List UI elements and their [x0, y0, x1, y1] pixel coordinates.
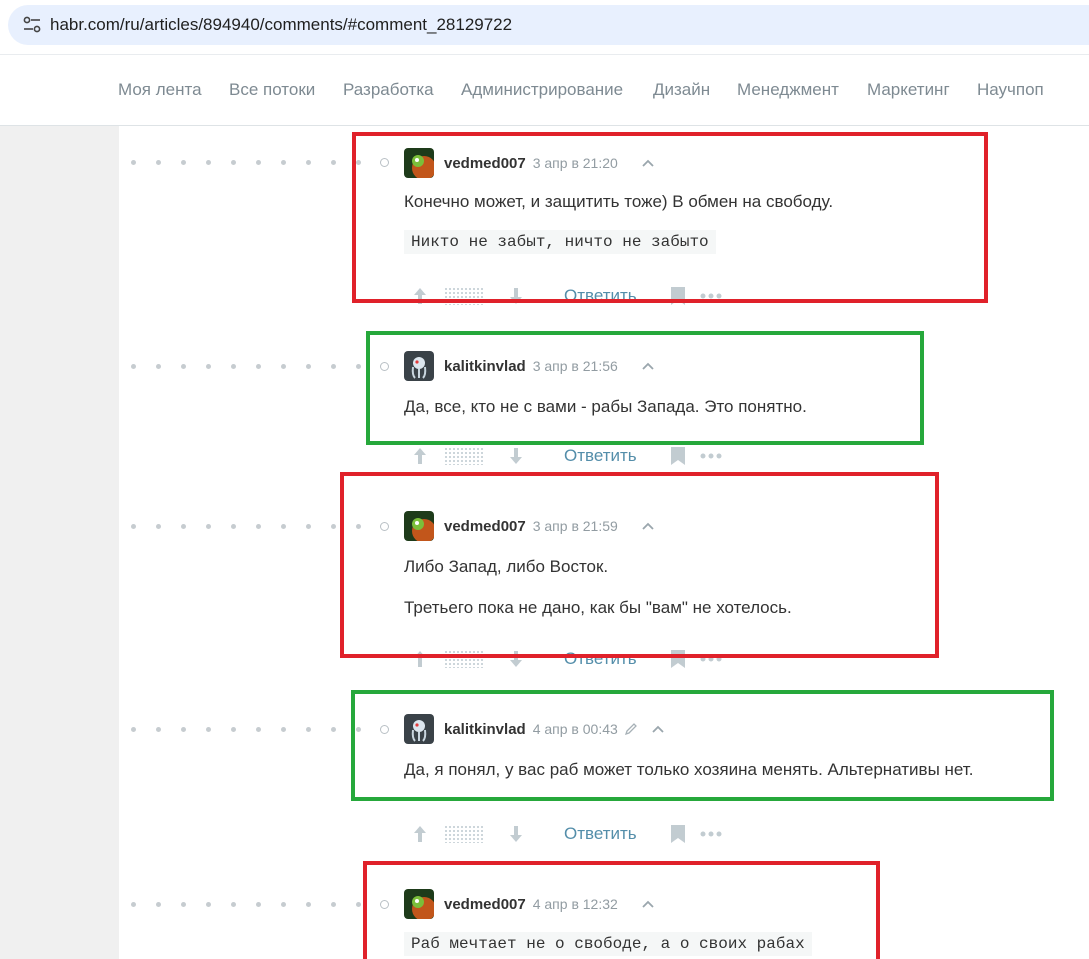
nav-item-marketing[interactable]: Маркетинг: [867, 80, 950, 100]
left-gutter: [0, 126, 119, 959]
thread-node[interactable]: [380, 725, 389, 734]
thread-indent: [131, 727, 381, 733]
nav-item-my-feed[interactable]: Моя лента: [118, 80, 202, 100]
edit-pencil-icon: [624, 723, 637, 736]
reply-button[interactable]: Ответить: [564, 824, 637, 844]
thread-node[interactable]: [380, 522, 389, 531]
comment-actions: Ответить: [412, 284, 722, 308]
comment-code-wrap: Никто не забыт, ничто не забыто: [404, 230, 833, 254]
thread-indent: [131, 160, 381, 166]
comment-code: Никто не забыт, ничто не забыто: [404, 230, 716, 254]
more-icon[interactable]: [700, 453, 722, 459]
comment-author[interactable]: vedmed007: [444, 155, 526, 172]
page: habr.com/ru/articles/894940/comments/#co…: [0, 0, 1089, 959]
comment-5: vedmed007 4 апр в 12:32 Раб мечтает не о…: [404, 889, 812, 956]
nav-item-administration[interactable]: Администрирование: [461, 80, 623, 100]
vote-up-icon[interactable]: [412, 286, 428, 306]
bookmark-icon[interactable]: [670, 446, 686, 466]
bookmark-icon[interactable]: [670, 649, 686, 669]
bookmark-icon[interactable]: [670, 286, 686, 306]
collapse-chevron-icon[interactable]: [640, 155, 656, 171]
comment-code-wrap: Раб мечтает не о свободе, а о своих раба…: [404, 932, 812, 956]
comment-text: Да, я понял, у вас раб может только хозя…: [404, 760, 974, 779]
comment-header: kalitkinvlad 3 апр в 21:56: [404, 351, 807, 381]
url-text[interactable]: habr.com/ru/articles/894940/comments/#co…: [50, 15, 512, 35]
bookmark-icon[interactable]: [670, 824, 686, 844]
thread-indent: [131, 524, 381, 530]
comment-actions: Ответить: [412, 822, 722, 846]
comment-4: kalitkinvlad 4 апр в 00:43 Да, я понял, …: [404, 714, 973, 782]
vote-score-hidden: [444, 825, 484, 843]
vote-down-icon[interactable]: [508, 446, 524, 466]
comment-time[interactable]: 3 апр в 21:56: [533, 358, 618, 374]
comment-author[interactable]: kalitkinvlad: [444, 358, 526, 375]
avatar[interactable]: [404, 714, 434, 744]
comment-time[interactable]: 4 апр в 12:32: [533, 896, 618, 912]
nav-item-popular-science[interactable]: Научпоп: [977, 80, 1044, 100]
vote-score-hidden: [444, 447, 484, 465]
collapse-chevron-icon[interactable]: [640, 896, 656, 912]
vote-up-icon[interactable]: [412, 446, 428, 466]
reply-button[interactable]: Ответить: [564, 286, 637, 306]
avatar[interactable]: [404, 511, 434, 541]
comment-text: Да, все, кто не с вами - рабы Запада. Эт…: [404, 397, 807, 416]
more-icon[interactable]: [700, 831, 722, 837]
collapse-chevron-icon[interactable]: [640, 358, 656, 374]
nav-item-design[interactable]: Дизайн: [653, 80, 710, 100]
comment-time[interactable]: 3 апр в 21:20: [533, 155, 618, 171]
more-icon[interactable]: [700, 293, 722, 299]
nav-item-management[interactable]: Менеджмент: [737, 80, 839, 100]
collapse-chevron-icon[interactable]: [640, 518, 656, 534]
vote-down-icon[interactable]: [508, 286, 524, 306]
comment-text: Конечно может, и защитить тоже) В обмен …: [404, 192, 834, 211]
comment-text: Третьего пока не дано, как бы "вам" не х…: [404, 598, 792, 617]
comment-text: Либо Запад, либо Восток.: [404, 557, 609, 576]
comment-time[interactable]: 4 апр в 00:43: [533, 721, 618, 737]
comment-author[interactable]: vedmed007: [444, 896, 526, 913]
vote-score-hidden: [444, 650, 484, 668]
comment-header: vedmed007 4 апр в 12:32: [404, 889, 812, 919]
comment-header: vedmed007 3 апр в 21:59: [404, 511, 792, 541]
comment-2: kalitkinvlad 3 апр в 21:56 Да, все, кто …: [404, 351, 807, 419]
vote-score-hidden: [444, 287, 484, 305]
site-settings-icon[interactable]: [22, 16, 42, 34]
avatar[interactable]: [404, 148, 434, 178]
avatar[interactable]: [404, 351, 434, 381]
comment-3: vedmed007 3 апр в 21:59 Либо Запад, либо…: [404, 511, 792, 620]
avatar[interactable]: [404, 889, 434, 919]
browser-toolbar: habr.com/ru/articles/894940/comments/#co…: [0, 0, 1089, 54]
thread-node[interactable]: [380, 158, 389, 167]
comment-time[interactable]: 3 апр в 21:59: [533, 518, 618, 534]
reply-button[interactable]: Ответить: [564, 649, 637, 669]
main-nav: Моя лента Все потоки Разработка Админист…: [0, 54, 1089, 126]
comment-1: vedmed007 3 апр в 21:20 Конечно может, и…: [404, 148, 833, 254]
nav-item-development[interactable]: Разработка: [343, 80, 434, 100]
vote-down-icon[interactable]: [508, 824, 524, 844]
comment-actions: Ответить: [412, 444, 722, 468]
comment-header: kalitkinvlad 4 апр в 00:43: [404, 714, 973, 744]
more-icon[interactable]: [700, 656, 722, 662]
thread-node[interactable]: [380, 362, 389, 371]
comment-author[interactable]: kalitkinvlad: [444, 721, 526, 738]
comment-author[interactable]: vedmed007: [444, 518, 526, 535]
comment-code: Раб мечтает не о свободе, а о своих раба…: [404, 932, 812, 956]
thread-node[interactable]: [380, 900, 389, 909]
comment-header: vedmed007 3 апр в 21:20: [404, 148, 833, 178]
thread-indent: [131, 364, 381, 370]
reply-button[interactable]: Ответить: [564, 446, 637, 466]
collapse-chevron-icon[interactable]: [650, 721, 666, 737]
comment-actions: Ответить: [412, 647, 722, 671]
vote-down-icon[interactable]: [508, 649, 524, 669]
vote-up-icon[interactable]: [412, 824, 428, 844]
nav-item-all-streams[interactable]: Все потоки: [229, 80, 315, 100]
vote-up-icon[interactable]: [412, 649, 428, 669]
thread-indent: [131, 902, 381, 908]
address-bar[interactable]: habr.com/ru/articles/894940/comments/#co…: [8, 5, 1089, 45]
